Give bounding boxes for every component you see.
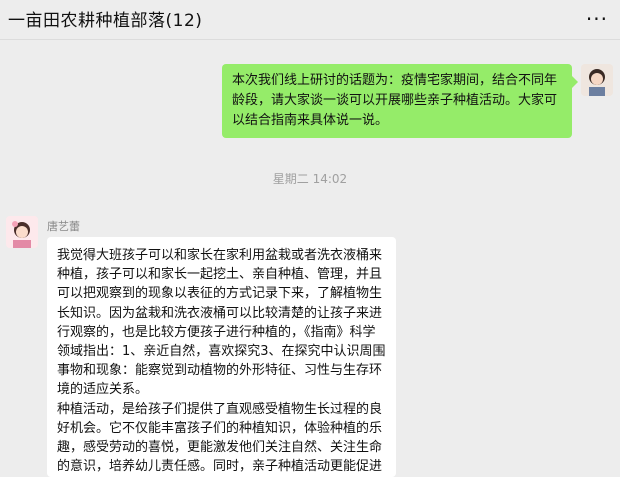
chat-header: 一亩田农耕种植部落(12) ··· [0,0,620,40]
incoming-message-bubble[interactable]: 我觉得大班孩子可以和家长在家利用盆栽或者洗衣液桶来种植，孩子可以和家长一起挖土、… [47,237,396,477]
incoming-message-paragraph: 我觉得大班孩子可以和家长在家利用盆栽或者洗衣液桶来种植，孩子可以和家长一起挖土、… [57,248,386,398]
sender-avatar[interactable] [6,216,38,248]
sender-name: 唐艺蕾 [47,220,80,233]
outgoing-message-bubble[interactable]: 本次我们线上研讨的话题为：疫情宅家期间，结合不同年龄段，请大家谈一谈可以开展哪些… [222,64,578,138]
outgoing-message-text: 本次我们线上研讨的话题为：疫情宅家期间，结合不同年龄段，请大家谈一谈可以开展哪些… [232,73,558,128]
my-avatar[interactable] [581,64,613,96]
chat-title: 一亩田农耕种植部落(12) [8,11,203,31]
timestamp: 星期二 14:02 [272,172,348,186]
more-options-icon[interactable]: ··· [586,7,608,31]
